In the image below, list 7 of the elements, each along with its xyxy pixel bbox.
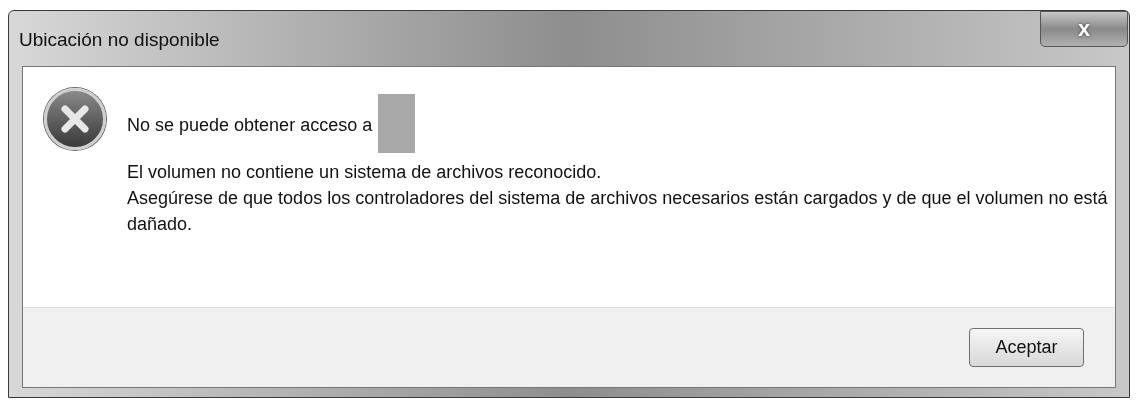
error-icon <box>44 88 106 150</box>
window-title: Ubicación no disponible <box>19 28 220 52</box>
error-heading: No se puede obtener acceso a <box>127 114 373 137</box>
error-detail: El volumen no contiene un sistema de archivos reconocido. <box>127 161 603 184</box>
redaction-block <box>378 94 416 153</box>
accept-button[interactable]: Aceptar <box>969 328 1084 367</box>
error-detail: Asegúrese de que todos los controladores del sistema de archivos necesarios están cargados y de que el volumen no está dañado. <box>127 187 1109 236</box>
